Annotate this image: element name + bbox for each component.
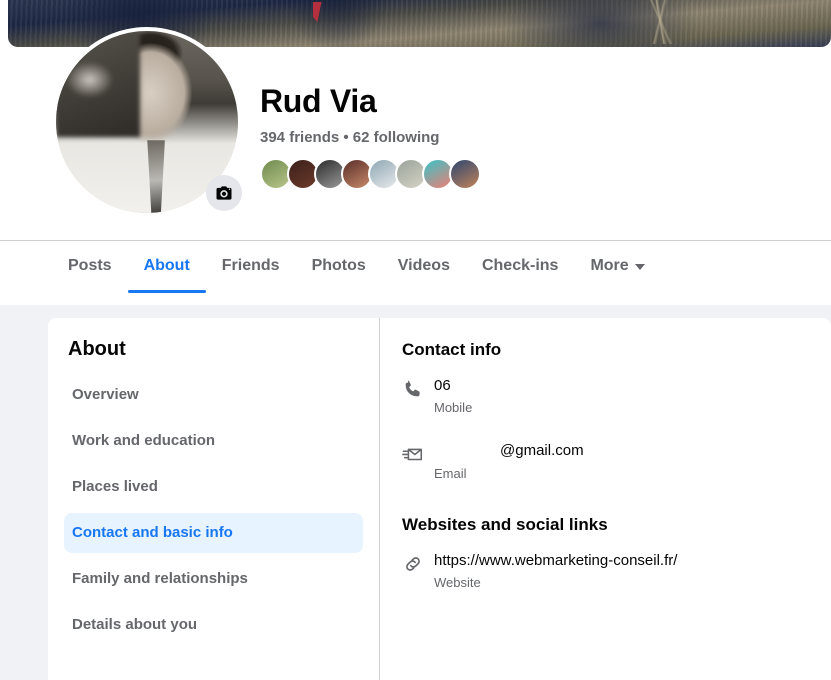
sidebar-item-overview[interactable]: Overview [64, 375, 363, 415]
info-label: Email [434, 465, 467, 481]
tab-label: About [143, 257, 190, 274]
sidebar-item-contact-and-basic-info[interactable]: Contact and basic info [64, 513, 363, 553]
info-value[interactable]: https://www.webmarketing-conseil.fr/ [434, 551, 811, 571]
about-heading: About [68, 338, 126, 360]
about-nav-list: Overview Work and education Places lived Co… [64, 375, 363, 645]
info-label: Website [434, 574, 481, 590]
tab-about[interactable]: About [127, 241, 206, 293]
websites-heading: Websites and social links [402, 514, 608, 534]
avatar-container [52, 27, 242, 217]
tab-photos[interactable]: Photos [296, 241, 382, 293]
sidebar-item-places-lived[interactable]: Places lived [64, 467, 363, 507]
tab-label: More [590, 257, 629, 274]
tab-label: Photos [311, 257, 366, 274]
tab-videos[interactable]: Videos [382, 241, 466, 293]
friend-thumb-8[interactable] [449, 158, 481, 191]
profile-header-card: Rud Via 394 friends • 62 following Posts… [0, 0, 831, 305]
sidebar-item-family-and-relationships[interactable]: Family and relationships [64, 559, 363, 599]
tab-label: Friends [221, 257, 280, 274]
about-content: Contact info 06 Mobile @gmail.com Email Web… [380, 318, 831, 680]
friend-thumbnails [260, 158, 780, 191]
website-row[interactable]: https://www.webmarketing-conseil.fr/Webs… [402, 551, 811, 590]
tab-check-ins[interactable]: Check-ins [466, 241, 574, 293]
tab-label: Posts [68, 257, 112, 274]
info-value[interactable]: 06 [434, 376, 811, 396]
info-value[interactable]: @gmail.com [434, 441, 811, 461]
sidebar-item-details-about-you[interactable]: Details about you [64, 605, 363, 645]
info-label: Mobile [434, 400, 473, 416]
email-icon [402, 441, 434, 465]
cover-flag-detail [312, 2, 322, 23]
profile-tabs: Posts About Friends Photos Videos Check-ins Mo… [0, 240, 831, 305]
chevron-down-icon [634, 264, 645, 270]
info-body: @gmail.com Email [434, 441, 811, 480]
contact-row-mobile[interactable]: 06 Mobile [402, 376, 811, 415]
contact-info-rows: 06 Mobile @gmail.com Email [402, 376, 811, 481]
tab-friends[interactable]: Friends [206, 241, 296, 293]
link-icon [402, 551, 434, 575]
tab-posts[interactable]: Posts [52, 241, 128, 293]
info-body: 06 Mobile [434, 376, 811, 415]
profile-stats[interactable]: 394 friends • 62 following [260, 129, 780, 146]
info-body: https://www.webmarketing-conseil.fr/Webs… [434, 551, 811, 590]
about-card: About Overview Work and education Places l… [48, 318, 831, 680]
sidebar-item-work-and-education[interactable]: Work and education [64, 421, 363, 461]
camera-icon[interactable] [206, 175, 242, 211]
page-title: Rud Via [260, 83, 377, 119]
website-rows: https://www.webmarketing-conseil.fr/Webs… [402, 551, 811, 590]
contact-row-email[interactable]: @gmail.com Email [402, 441, 811, 481]
tab-more[interactable]: More [574, 241, 660, 293]
tab-label: Videos [397, 257, 450, 274]
profile-identity: Rud Via 394 friends • 62 following [260, 83, 780, 191]
cover-branch-detail [600, 0, 721, 44]
about-sidebar: About Overview Work and education Places l… [48, 318, 380, 680]
phone-icon [402, 376, 434, 400]
tab-label: Check-ins [481, 257, 559, 274]
contact-info-heading: Contact info [402, 340, 502, 359]
